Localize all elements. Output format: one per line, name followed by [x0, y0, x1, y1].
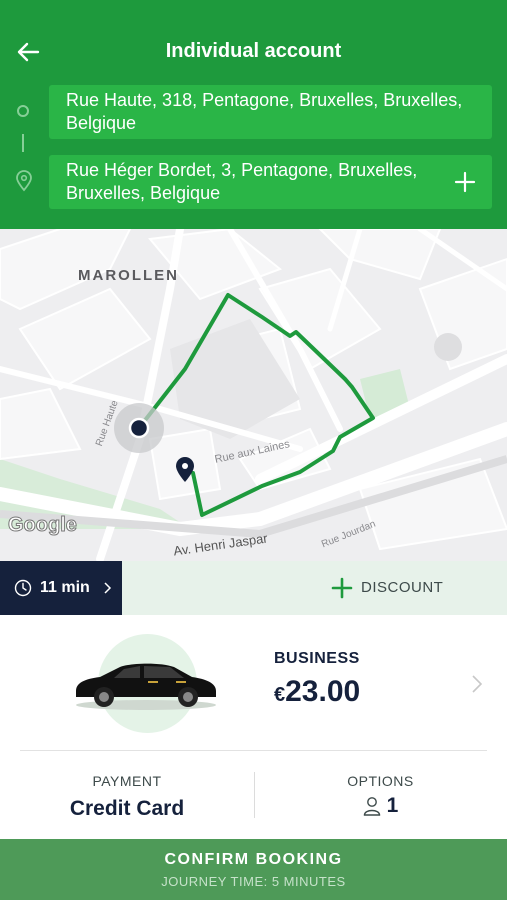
divider [20, 750, 487, 751]
confirm-booking-button[interactable]: CONFIRM BOOKING JOURNEY TIME: 5 MINUTES [0, 839, 507, 900]
payment-selector[interactable]: PAYMENT Credit Card [0, 752, 254, 838]
dropoff-address-text: Rue Héger Bordet, 3, Pentagone, Bruxelle… [66, 160, 418, 203]
clock-icon [14, 579, 32, 597]
discount-label: DISCOUNT [361, 579, 444, 596]
eta-discount-bar: 11 min DISCOUNT [0, 561, 507, 615]
add-stop-plus-icon[interactable] [454, 171, 476, 193]
route-map[interactable]: MAROLLEN Rue Haute Rue aux Laines Av. He… [0, 229, 507, 561]
passenger-count: 1 [386, 794, 399, 817]
page-title: Individual account [165, 40, 342, 62]
eta-text: 11 min [40, 579, 90, 596]
price: €23.00 [274, 675, 360, 709]
options-selector[interactable]: OPTIONS 1 [254, 752, 507, 838]
journey-time: JOURNEY TIME: 5 MINUTES [161, 874, 346, 889]
plus-icon [331, 577, 353, 599]
payment-value: Credit Card [69, 797, 185, 820]
dropoff-address-field[interactable]: Rue Héger Bordet, 3, Pentagone, Bruxelle… [49, 155, 492, 209]
confirm-label: CONFIRM BOOKING [164, 851, 343, 868]
district-label: MAROLLEN [78, 267, 179, 284]
eta-button[interactable]: 11 min [0, 561, 122, 615]
header: Individual account Rue Haute, 318, Penta… [0, 0, 507, 229]
origin-marker-icon [17, 105, 29, 117]
price-currency: € [274, 684, 286, 706]
pickup-address-field[interactable]: Rue Haute, 318, Pentagone, Bruxelles, Br… [49, 85, 492, 139]
options-value: 1 [254, 794, 507, 820]
vehicle-class: BUSINESS [274, 650, 360, 667]
vehicle-option[interactable]: BUSINESS €23.00 [0, 615, 507, 752]
car-icon [76, 663, 216, 710]
options-label: OPTIONS [347, 773, 414, 789]
destination-pin-icon [16, 170, 32, 192]
discount-button[interactable]: DISCOUNT [331, 575, 481, 601]
route-connector [22, 134, 24, 152]
chevron-right-icon [104, 582, 112, 594]
map-canvas [0, 229, 507, 561]
chevron-right-icon [472, 675, 483, 693]
person-icon [363, 797, 380, 816]
payment-label: PAYMENT [92, 773, 162, 789]
google-logo: Google [8, 514, 78, 537]
price-amount: 23.00 [285, 675, 361, 708]
